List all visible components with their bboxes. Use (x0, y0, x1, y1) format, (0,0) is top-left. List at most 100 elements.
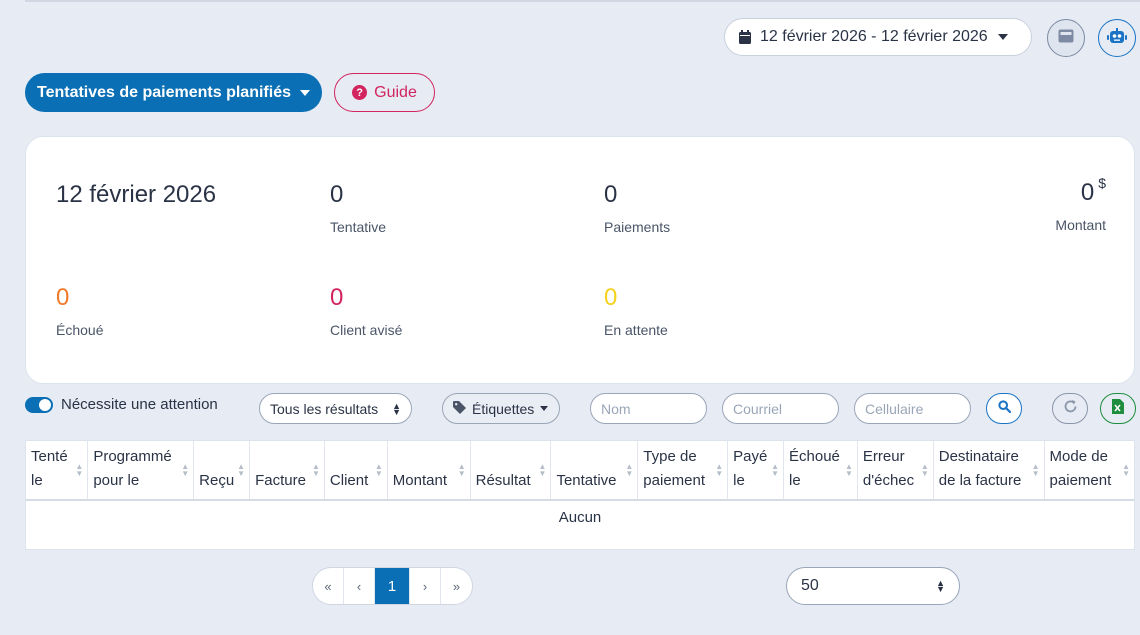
column-header[interactable]: Échoué le ▲ ▼ (783, 441, 858, 501)
assistant-button[interactable] (1098, 19, 1136, 57)
attention-toggle[interactable] (25, 397, 53, 413)
sort-icon[interactable]: ▲ ▼ (237, 463, 245, 478)
stat-label: Échoué (56, 322, 104, 338)
table-row: Aucun (26, 500, 1134, 534)
export-excel-button[interactable] (1100, 393, 1136, 424)
search-button[interactable] (986, 393, 1022, 424)
sort-icon[interactable]: ▲ ▼ (1122, 463, 1130, 478)
column-header-line: Résultat (475, 472, 531, 489)
column-header-line: Type de (643, 448, 697, 465)
pagination: « ‹ 1 › » (312, 567, 473, 605)
page-size-select[interactable]: 50 ▲ ▼ (786, 567, 960, 605)
previous-page-button[interactable]: ‹ (344, 568, 375, 604)
column-header-line: d'échec (862, 472, 915, 489)
sort-icon[interactable]: ▲ ▼ (771, 463, 779, 478)
stat-label: Client avisé (330, 322, 403, 338)
stat-en-attente: 0 En attente (604, 284, 668, 338)
sort-icon[interactable]: ▲ ▼ (312, 463, 320, 478)
column-header[interactable]: Payé le ▲ ▼ (727, 441, 785, 501)
date-range-text: 12 février 2026 - 12 février 2026 (760, 28, 988, 45)
column-header-line: Destinataire (938, 448, 1019, 465)
select-arrows-icon: ▲ ▼ (936, 578, 945, 594)
sort-icon[interactable]: ▲ ▼ (539, 463, 547, 478)
stat-label: Montant (1055, 217, 1106, 233)
payments-table: Tenté le ▲ ▼ Programmé pour le ▲ ▼ Reçu ▲ ▼ Facture… (25, 440, 1135, 550)
stat-value: 0 (604, 181, 618, 208)
column-header[interactable]: Tentative ▲ ▼ (550, 441, 639, 501)
tags-filter-button[interactable]: Étiquettes (442, 393, 560, 424)
date-range-picker[interactable]: 12 février 2026 - 12 février 2026 (724, 18, 1032, 56)
first-page-button[interactable]: « (313, 568, 344, 604)
column-header[interactable]: Erreur d'échec ▲ ▼ (857, 441, 934, 501)
column-header-line: Facture (255, 472, 306, 489)
sort-icon[interactable]: ▲ ▼ (181, 463, 189, 478)
column-header[interactable]: Mode de paiement ▲ ▼ (1044, 441, 1134, 501)
sort-icon[interactable]: ▲ ▼ (715, 463, 723, 478)
excel-icon (1112, 398, 1124, 419)
column-header[interactable]: Destinataire de la facture ▲ ▼ (933, 441, 1045, 501)
stat-tentative: 0 Tentative (330, 181, 386, 235)
stat-value: 0 (330, 284, 344, 311)
chevron-down-icon (540, 406, 549, 411)
calendar-icon (739, 30, 751, 44)
email-search-input[interactable] (722, 393, 839, 424)
column-header-line: Reçu (199, 472, 235, 489)
column-header-line: paiement (1049, 472, 1112, 489)
search-icon (997, 399, 1011, 418)
column-header-line: Erreur (862, 448, 905, 465)
column-header[interactable]: Type de paiement ▲ ▼ (637, 441, 729, 501)
attention-toggle-label: Nécessite une attention (61, 396, 218, 413)
sort-icon[interactable]: ▲ ▼ (458, 463, 466, 478)
stat-value: 0 (1080, 179, 1095, 206)
next-page-button[interactable]: › (410, 568, 441, 604)
sort-icon[interactable]: ▲ ▼ (845, 463, 853, 478)
robot-icon (1107, 27, 1127, 49)
scheduled-payments-label: Tentatives de paiements planifiés (36, 83, 291, 101)
empty-table-message: Aucun (558, 509, 602, 526)
sort-icon[interactable]: ▲ ▼ (1032, 463, 1040, 478)
sort-icon[interactable]: ▲ ▼ (75, 463, 83, 478)
column-header-line: le (31, 472, 43, 489)
column-header[interactable]: Programmé pour le ▲ ▼ (87, 441, 195, 501)
column-header[interactable]: Client ▲ ▼ (324, 441, 388, 501)
sort-icon[interactable]: ▲ ▼ (625, 463, 633, 478)
refresh-button[interactable] (1052, 393, 1088, 424)
stat-label: Tentative (330, 219, 387, 235)
name-search-input[interactable] (590, 393, 707, 424)
chevron-down-icon (997, 34, 1008, 40)
select-arrows-icon: ▲ ▼ (392, 400, 401, 417)
stat-label: Paiements (604, 219, 671, 235)
column-header[interactable]: Tenté le ▲ ▼ (26, 441, 89, 501)
results-filter-value: Tous les résultats (270, 400, 379, 417)
summary-date: 12 février 2026 (56, 181, 217, 208)
top-divider (25, 0, 1140, 2)
guide-label: Guide (374, 83, 417, 101)
column-header-line: Mode de (1049, 448, 1108, 465)
column-header-line: Payé (733, 448, 768, 465)
column-header-line: le (789, 472, 801, 489)
card-view-button[interactable] (1047, 19, 1085, 57)
column-header[interactable]: Résultat ▲ ▼ (470, 441, 552, 501)
stat-value: 0 (330, 181, 344, 208)
column-header[interactable]: Facture ▲ ▼ (249, 441, 325, 501)
column-header-line: de la facture (938, 472, 1022, 489)
last-page-button[interactable]: » (441, 568, 472, 604)
cellphone-search-input[interactable] (854, 393, 971, 424)
summary-card: 12 février 2026 0 Tentative 0 Paiements … (25, 136, 1135, 384)
column-header[interactable]: Montant ▲ ▼ (387, 441, 471, 501)
scheduled-payments-dropdown-button[interactable]: Tentatives de paiements planifiés (25, 73, 322, 112)
sort-icon[interactable]: ▲ ▼ (921, 463, 929, 478)
currency-symbol: $ (1098, 175, 1106, 191)
guide-button[interactable]: ? Guide (334, 73, 435, 112)
results-filter-select[interactable]: Tous les résultats ▲ ▼ (259, 393, 412, 424)
column-header[interactable]: Reçu ▲ ▼ (193, 441, 251, 501)
tag-icon (453, 400, 466, 417)
column-header-line: Montant (392, 472, 447, 489)
card-icon (1058, 29, 1074, 48)
sort-icon[interactable]: ▲ ▼ (375, 463, 383, 478)
stat-montant: 0 $ Montant (1055, 175, 1106, 233)
stat-value: 0 (56, 284, 70, 311)
stat-paiements: 0 Paiements (604, 181, 670, 235)
tags-filter-label: Étiquettes (472, 400, 535, 417)
current-page-button[interactable]: 1 (375, 568, 410, 604)
